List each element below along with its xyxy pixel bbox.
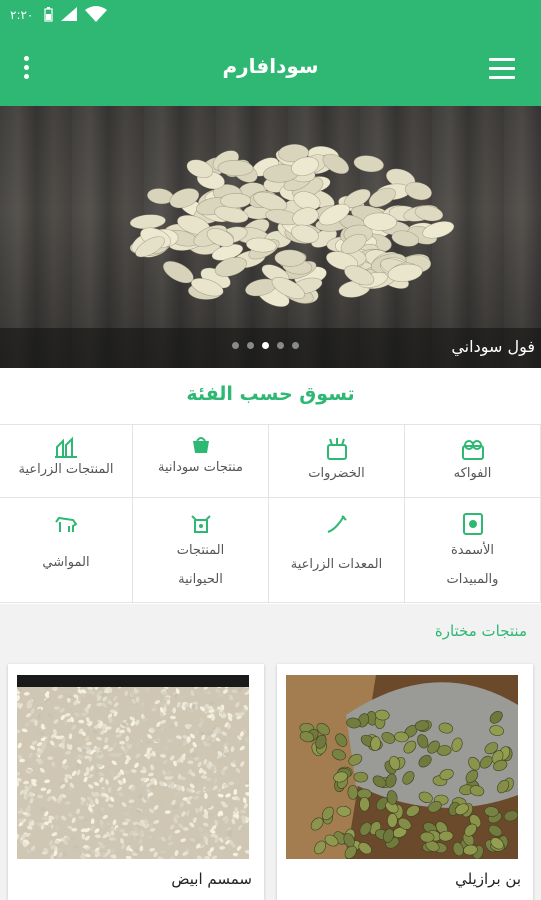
category-vegetables[interactable]: الخضروات xyxy=(269,425,405,498)
categories-title: تسوق حسب الفئة xyxy=(186,383,355,405)
categories-section: تسوق حسب الفئة الفواكه الخضروات منتجات س… xyxy=(0,368,541,604)
hamburger-menu-icon[interactable] xyxy=(489,58,515,80)
category-agricultural-equipment[interactable]: المعدات الزراعية xyxy=(269,498,405,603)
banner-caption: فول سوداني xyxy=(451,337,535,356)
category-label: الأسمدة والمبيدات xyxy=(446,543,499,587)
livestock-icon xyxy=(55,516,78,532)
product-name: سمسم ابيض xyxy=(171,870,252,888)
category-label: منتجات سودانية xyxy=(157,460,244,475)
category-label: المعدات الزراعية xyxy=(290,557,383,572)
product-name: بن برازيلي xyxy=(455,870,521,888)
vegetables-icon xyxy=(326,438,347,460)
equipment-icon xyxy=(327,515,347,533)
carousel-dot[interactable] xyxy=(262,342,269,349)
sesame-seeds-image xyxy=(17,675,249,859)
product-card-brazilian-coffee[interactable]: بن برازيلي xyxy=(277,664,533,900)
carousel-indicators xyxy=(232,342,299,349)
status-icons xyxy=(44,6,107,22)
product-image xyxy=(17,675,249,859)
category-animal-products[interactable]: المنتجات الحيوانية xyxy=(133,498,269,603)
category-fertilizers-pesticides[interactable]: الأسمدة والمبيدات xyxy=(405,498,541,603)
carousel-dot[interactable] xyxy=(247,342,254,349)
carousel-dot[interactable] xyxy=(232,342,239,349)
banner-caption-bar: فول سوداني xyxy=(0,328,541,368)
status-time: ٢:٢٠ xyxy=(10,8,34,22)
battery-icon xyxy=(44,6,53,22)
coffee-beans-image xyxy=(286,675,518,859)
category-agricultural-products[interactable]: المنتجات الزراعية xyxy=(0,425,133,498)
category-label: المنتجات الزراعية xyxy=(18,462,114,477)
category-label: المنتجات الحيوانية xyxy=(176,543,225,587)
banner-carousel[interactable]: فول سوداني xyxy=(0,106,541,368)
product-image xyxy=(286,675,518,859)
category-label: الفواكه xyxy=(453,466,492,481)
carousel-dot[interactable] xyxy=(292,342,299,349)
app-bar: ٢:٢٠ سودافارم xyxy=(0,0,541,106)
fertilizers-icon xyxy=(462,513,483,535)
wifi-icon xyxy=(85,6,107,22)
product-card-white-sesame[interactable]: سمسم ابيض xyxy=(8,664,264,900)
carousel-dot[interactable] xyxy=(277,342,284,349)
category-livestock[interactable]: المواشي xyxy=(0,498,133,603)
category-fruits[interactable]: الفواكه xyxy=(405,425,541,498)
fruits-icon xyxy=(461,440,484,460)
category-sudanese-products[interactable]: منتجات سودانية xyxy=(133,425,269,498)
cell-signal-icon xyxy=(61,7,77,21)
featured-title: منتجات مختارة xyxy=(434,622,527,640)
categories-grid: الفواكه الخضروات منتجات سودانية المنتجات… xyxy=(0,424,541,603)
animal-products-icon xyxy=(190,515,211,533)
category-label: المواشي xyxy=(42,555,90,570)
category-label: الخضروات xyxy=(308,466,365,481)
app-title: سودافارم xyxy=(222,54,319,78)
status-bar: ٢:٢٠ xyxy=(0,0,541,34)
